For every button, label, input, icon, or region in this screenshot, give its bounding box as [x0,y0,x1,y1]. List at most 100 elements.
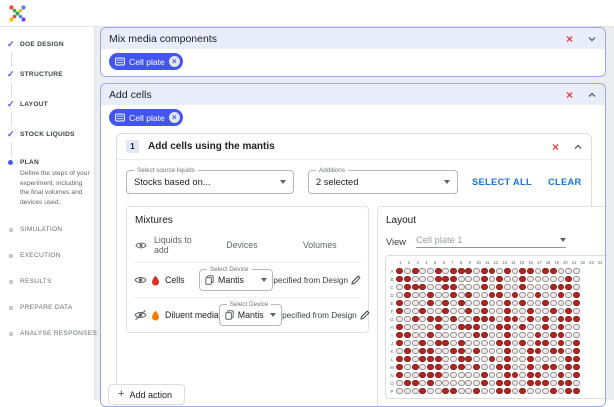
well-filled[interactable] [396,276,403,283]
eye-icon[interactable] [134,274,147,286]
well-empty[interactable] [450,372,457,379]
well-empty[interactable] [535,308,542,315]
well-empty[interactable] [404,388,411,395]
well-empty[interactable] [442,356,449,363]
well-filled[interactable] [427,372,434,379]
well-filled[interactable] [458,356,465,363]
well-filled[interactable] [458,340,465,347]
well-filled[interactable] [496,340,503,347]
device-select[interactable]: Select DeviceMantis [199,269,273,291]
well-filled[interactable] [504,372,511,379]
well-empty[interactable] [527,340,534,347]
well-empty[interactable] [427,308,434,315]
sidebar-item-execution[interactable]: EXECUTION [7,252,90,259]
well-filled[interactable] [473,388,480,395]
well-empty[interactable] [512,356,519,363]
well-filled[interactable] [419,356,426,363]
well-filled[interactable] [504,268,511,275]
well-empty[interactable] [519,316,526,323]
well-filled[interactable] [442,300,449,307]
well-filled[interactable] [573,292,580,299]
well-empty[interactable] [512,380,519,387]
well-empty[interactable] [473,372,480,379]
well-filled[interactable] [450,388,457,395]
well-filled[interactable] [473,364,480,371]
well-filled[interactable] [573,388,580,395]
well-empty[interactable] [558,356,565,363]
well-empty[interactable] [481,340,488,347]
well-empty[interactable] [481,356,488,363]
well-filled[interactable] [473,348,480,355]
well-filled[interactable] [419,348,426,355]
well-filled[interactable] [404,292,411,299]
well-empty[interactable] [458,276,465,283]
well-filled[interactable] [496,388,503,395]
well-filled[interactable] [519,284,526,291]
edit-pencil-icon[interactable] [351,275,361,285]
well-empty[interactable] [489,364,496,371]
well-filled[interactable] [558,348,565,355]
well-empty[interactable] [465,276,472,283]
well-empty[interactable] [535,276,542,283]
well-empty[interactable] [427,276,434,283]
well-empty[interactable] [473,308,480,315]
well-empty[interactable] [519,332,526,339]
well-empty[interactable] [442,348,449,355]
edit-pencil-icon[interactable] [360,310,370,320]
well-filled[interactable] [412,380,419,387]
well-filled[interactable] [504,380,511,387]
well-empty[interactable] [512,348,519,355]
well-filled[interactable] [481,372,488,379]
well-filled[interactable] [435,356,442,363]
well-empty[interactable] [404,316,411,323]
well-empty[interactable] [565,372,572,379]
well-filled[interactable] [573,364,580,371]
well-filled[interactable] [504,388,511,395]
well-filled[interactable] [504,348,511,355]
well-empty[interactable] [412,340,419,347]
well-filled[interactable] [565,388,572,395]
well-filled[interactable] [573,372,580,379]
well-empty[interactable] [427,284,434,291]
well-filled[interactable] [450,364,457,371]
well-filled[interactable] [450,284,457,291]
well-empty[interactable] [465,364,472,371]
well-empty[interactable] [481,324,488,331]
well-filled[interactable] [465,324,472,331]
well-filled[interactable] [542,340,549,347]
well-empty[interactable] [519,372,526,379]
sidebar-item-stock-liquids[interactable]: ✓STOCK LIQUIDS [7,129,90,140]
well-empty[interactable] [558,364,565,371]
well-empty[interactable] [527,388,534,395]
well-empty[interactable] [442,316,449,323]
well-empty[interactable] [465,300,472,307]
well-empty[interactable] [419,292,426,299]
well-empty[interactable] [442,324,449,331]
well-filled[interactable] [458,268,465,275]
well-empty[interactable] [412,276,419,283]
well-filled[interactable] [496,324,503,331]
well-empty[interactable] [412,308,419,315]
well-empty[interactable] [435,348,442,355]
well-empty[interactable] [489,340,496,347]
well-filled[interactable] [535,332,542,339]
well-filled[interactable] [435,324,442,331]
well-empty[interactable] [396,284,403,291]
well-filled[interactable] [573,340,580,347]
well-empty[interactable] [481,364,488,371]
well-filled[interactable] [558,316,565,323]
well-empty[interactable] [550,356,557,363]
well-filled[interactable] [504,340,511,347]
well-empty[interactable] [458,372,465,379]
well-empty[interactable] [512,364,519,371]
well-filled[interactable] [558,340,565,347]
well-empty[interactable] [473,356,480,363]
well-filled[interactable] [412,316,419,323]
well-filled[interactable] [542,380,549,387]
well-empty[interactable] [465,380,472,387]
well-empty[interactable] [542,284,549,291]
well-empty[interactable] [412,292,419,299]
well-empty[interactable] [512,388,519,395]
well-empty[interactable] [512,268,519,275]
well-filled[interactable] [573,316,580,323]
